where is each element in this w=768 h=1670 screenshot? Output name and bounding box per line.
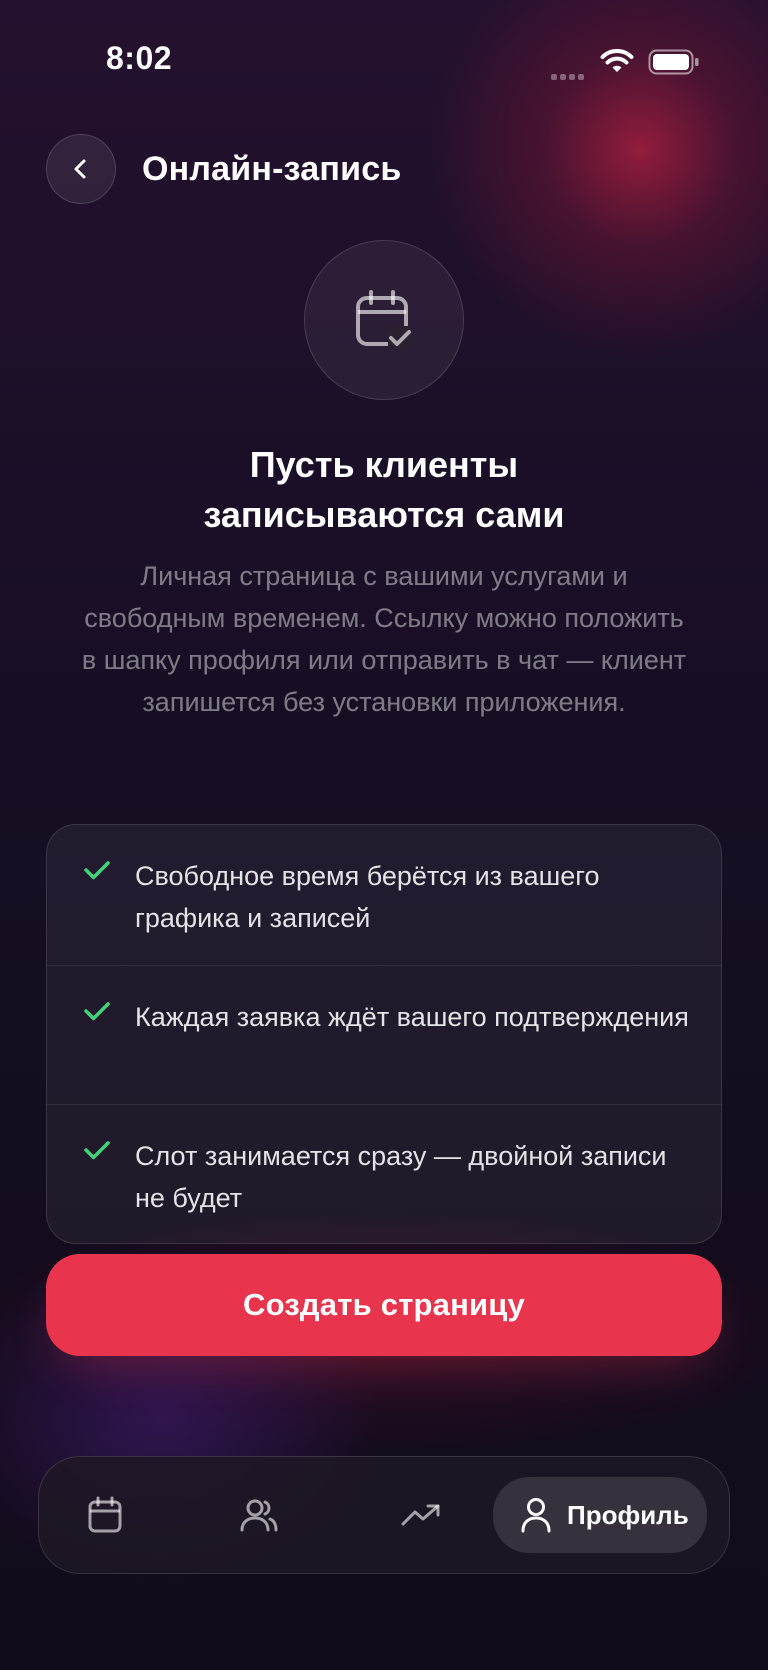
status-bar: 8:02 [0,0,768,110]
check-icon [84,1001,110,1020]
feature-text: Свободное время берётся из вашего график… [135,861,600,933]
calendar-check-icon [356,290,412,348]
hero-title-line-1: Пусть клиенты [249,444,519,485]
calendar-icon [88,1496,122,1533]
trending-up-icon [401,1504,440,1526]
tab-bar: Профиль [38,1456,730,1574]
feature-item: Каждая заявка ждёт вашего подтверждения [47,964,721,1105]
tab-statistics[interactable] [385,1477,457,1553]
tab-clients[interactable] [223,1477,295,1553]
tab-calendar[interactable] [69,1477,141,1553]
wifi-icon [600,49,634,72]
page-title: Онлайн-запись [142,150,402,188]
feature-text: Каждая заявка ждёт вашего подтверждения [135,1001,689,1032]
feature-text: Слот занимается сразу — двойной записи н… [135,1141,667,1213]
create-page-button[interactable]: Создать страницу [46,1254,722,1356]
status-time: 8:02 [106,40,173,76]
feature-item: Слот занимается сразу — двойной записи н… [47,1104,721,1243]
users-icon [240,1499,278,1532]
tab-profile-label: Профиль [567,1499,689,1530]
hero-title-line-2: записываются сами [203,494,565,535]
screen: 8:02 Онлайн-запись Пусть клиенты записыв… [0,0,768,1670]
battery-icon [648,49,699,75]
feature-item: Свободное время берётся из вашего график… [47,825,721,965]
check-icon [84,1141,110,1160]
hero-title: Пусть клиенты записываются сами [60,440,708,540]
back-button[interactable] [46,134,116,204]
cellular-signal-icon [551,67,589,80]
user-icon [521,1498,551,1533]
features-card: Свободное время берётся из вашего график… [46,824,722,1244]
check-icon [84,861,110,880]
chevron-left-icon [74,159,86,179]
hero-icon-badge [304,240,464,400]
hero-description: Личная страница с вашими услугами и своб… [81,561,687,717]
tab-profile[interactable]: Профиль [493,1477,707,1553]
